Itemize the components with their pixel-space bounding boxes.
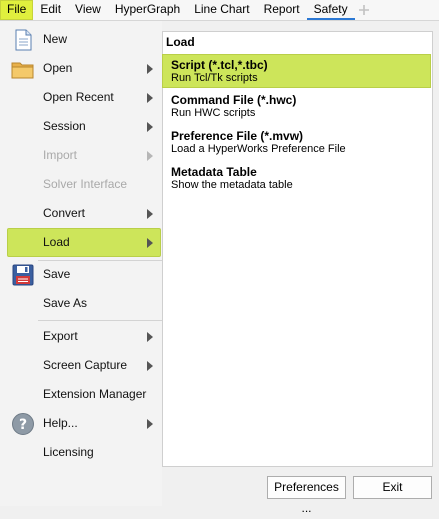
menu-file[interactable]: File	[0, 0, 34, 20]
menu-item-load[interactable]: Load	[7, 228, 161, 257]
menu-item-screen-capture[interactable]: Screen Capture	[0, 351, 162, 380]
load-script-item[interactable]: Script (*.tcl,*.tbc) Run Tcl/Tk scripts	[162, 54, 431, 88]
menu-item-convert[interactable]: Convert	[0, 199, 162, 228]
menu-edit[interactable]: Edit	[33, 0, 68, 20]
menu-item-export[interactable]: Export	[0, 322, 162, 351]
plus-icon[interactable]	[355, 0, 373, 20]
preferences-button[interactable]: Preferences ...	[267, 476, 346, 515]
folder-icon	[11, 57, 35, 81]
panel-title: Load	[166, 35, 195, 49]
submenu-arrow-icon	[147, 209, 153, 219]
load-submenu-panel: Load Script (*.tcl,*.tbc) Run Tcl/Tk scr…	[162, 31, 433, 467]
load-preference-file-item[interactable]: Preference File (*.mvw) Load a HyperWork…	[163, 126, 432, 160]
submenu-arrow-icon	[147, 332, 153, 342]
help-icon: ?	[11, 412, 35, 436]
exit-button[interactable]: Exit	[353, 476, 432, 499]
menu-view[interactable]: View	[68, 0, 108, 20]
menu-item-save-as[interactable]: Save As	[0, 289, 162, 318]
file-menu: New Open Open Recent Session Import Solv…	[0, 21, 162, 506]
menu-hypergraph[interactable]: HyperGraph	[108, 0, 187, 20]
load-command-file-item[interactable]: Command File (*.hwc) Run HWC scripts	[163, 90, 432, 124]
submenu-arrow-icon	[147, 64, 153, 74]
submenu-arrow-icon	[147, 122, 153, 132]
submenu-arrow-icon	[147, 151, 153, 161]
menu-safety[interactable]: Safety	[306, 0, 355, 20]
document-icon	[11, 28, 35, 52]
menu-item-open-recent[interactable]: Open Recent	[0, 83, 162, 112]
menu-item-extension-manager[interactable]: Extension Manager	[0, 380, 162, 409]
menu-item-solver-interface[interactable]: Solver Interface	[0, 170, 162, 199]
submenu-arrow-icon	[147, 419, 153, 429]
menu-item-help[interactable]: ? Help...	[0, 409, 162, 438]
menu-separator	[38, 320, 162, 321]
menu-item-open[interactable]: Open	[0, 54, 162, 83]
submenu-arrow-icon	[147, 238, 153, 248]
menu-item-save[interactable]: Save	[0, 260, 162, 289]
menu-item-licensing[interactable]: Licensing	[0, 438, 162, 467]
menu-item-import[interactable]: Import	[0, 141, 162, 170]
menu-report[interactable]: Report	[257, 0, 307, 20]
menu-line-chart[interactable]: Line Chart	[187, 0, 256, 20]
load-metadata-table-item[interactable]: Metadata Table Show the metadata table	[163, 162, 432, 196]
floppy-icon	[11, 263, 35, 287]
menu-item-new[interactable]: New	[0, 25, 162, 54]
svg-text:?: ?	[19, 417, 27, 433]
submenu-arrow-icon	[147, 361, 153, 371]
submenu-arrow-icon	[147, 93, 153, 103]
menubar: File Edit View HyperGraph Line Chart Rep…	[0, 0, 439, 21]
menu-item-session[interactable]: Session	[0, 112, 162, 141]
